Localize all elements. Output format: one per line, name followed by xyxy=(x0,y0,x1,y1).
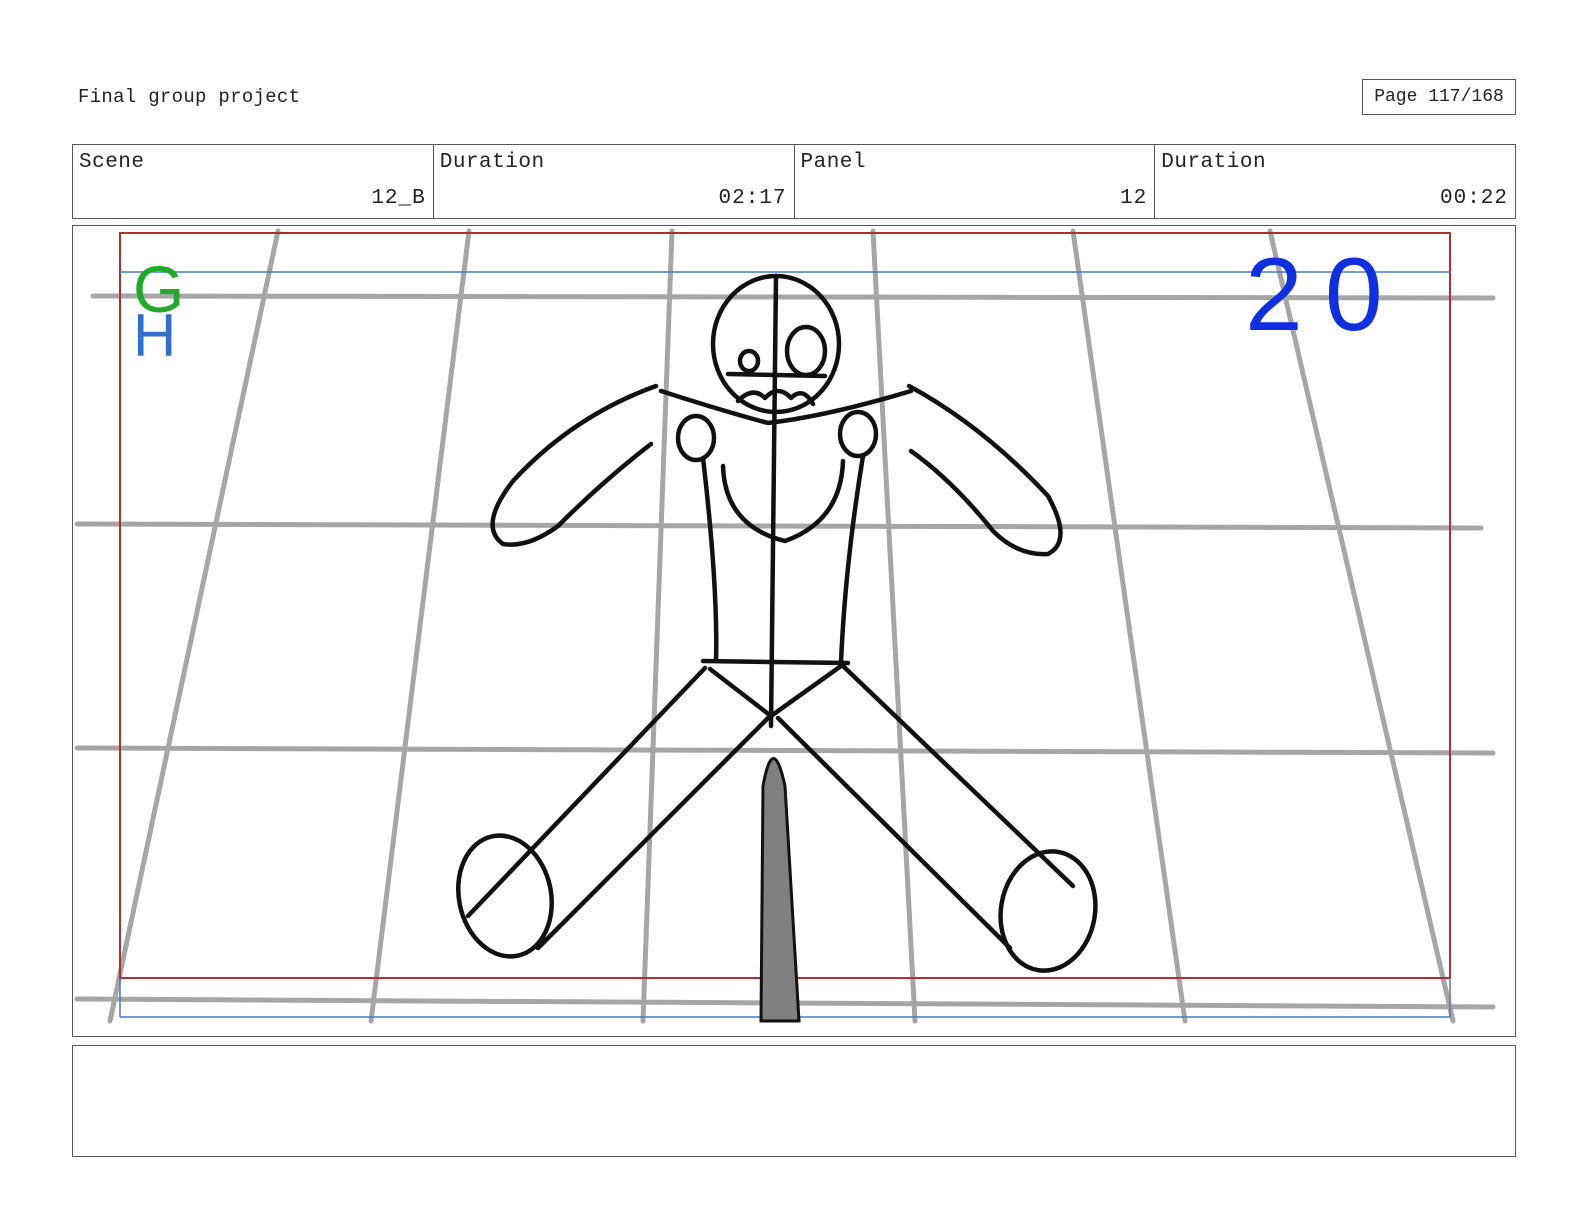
figure-hips xyxy=(707,663,844,719)
figure-shoulder-right xyxy=(837,409,879,459)
grid-line xyxy=(368,228,472,1024)
scene-cell: Scene 12_B xyxy=(73,145,434,218)
panel-duration-value: 00:22 xyxy=(1439,187,1508,210)
scene-label: Scene xyxy=(79,151,145,174)
figure-centerline xyxy=(768,273,779,729)
scene-duration-cell: Duration 02:17 xyxy=(434,145,795,218)
panel-label: Panel xyxy=(800,151,867,174)
panel-drawing: G H 20 xyxy=(74,228,1496,1024)
scene-duration-label: Duration xyxy=(439,151,545,174)
page-number: Page 117/168 xyxy=(1362,79,1516,115)
panel-duration-cell: Duration 00:22 xyxy=(1155,145,1515,218)
project-title: Final group project xyxy=(78,86,301,108)
grid-line xyxy=(74,521,1484,531)
info-row: Scene 12_B Duration 02:17 Panel 12 Durat… xyxy=(72,144,1516,219)
notes-box xyxy=(72,1045,1516,1157)
grid-line xyxy=(640,228,675,1024)
figure-torso-left xyxy=(700,455,719,664)
figure-eye-left xyxy=(737,348,761,374)
figure-leg-left-outer xyxy=(465,665,708,919)
figure-eye-right xyxy=(784,324,828,378)
grid-line xyxy=(74,745,1496,756)
panel-cell: Panel 12 xyxy=(795,145,1156,218)
frame-number: 20 xyxy=(1245,237,1405,353)
figure-chest xyxy=(720,458,846,544)
figure-shoulder-left xyxy=(675,413,717,463)
figure-torso-right xyxy=(838,453,866,666)
scene-duration-value: 02:17 xyxy=(718,187,787,210)
scene-value: 12_B xyxy=(371,187,426,210)
panel-duration-label: Duration xyxy=(1161,151,1267,174)
figure-arm-left xyxy=(490,383,659,547)
stake-shape xyxy=(759,757,801,1023)
panel-value: 12 xyxy=(1120,187,1148,210)
corner-mark-h: H xyxy=(133,302,176,369)
grid-line xyxy=(1070,228,1188,1024)
figure-foot-left xyxy=(456,833,554,959)
storyboard-panel: G H 20 xyxy=(72,225,1516,1037)
figure-waist xyxy=(700,658,851,666)
grid-line xyxy=(870,228,918,1024)
